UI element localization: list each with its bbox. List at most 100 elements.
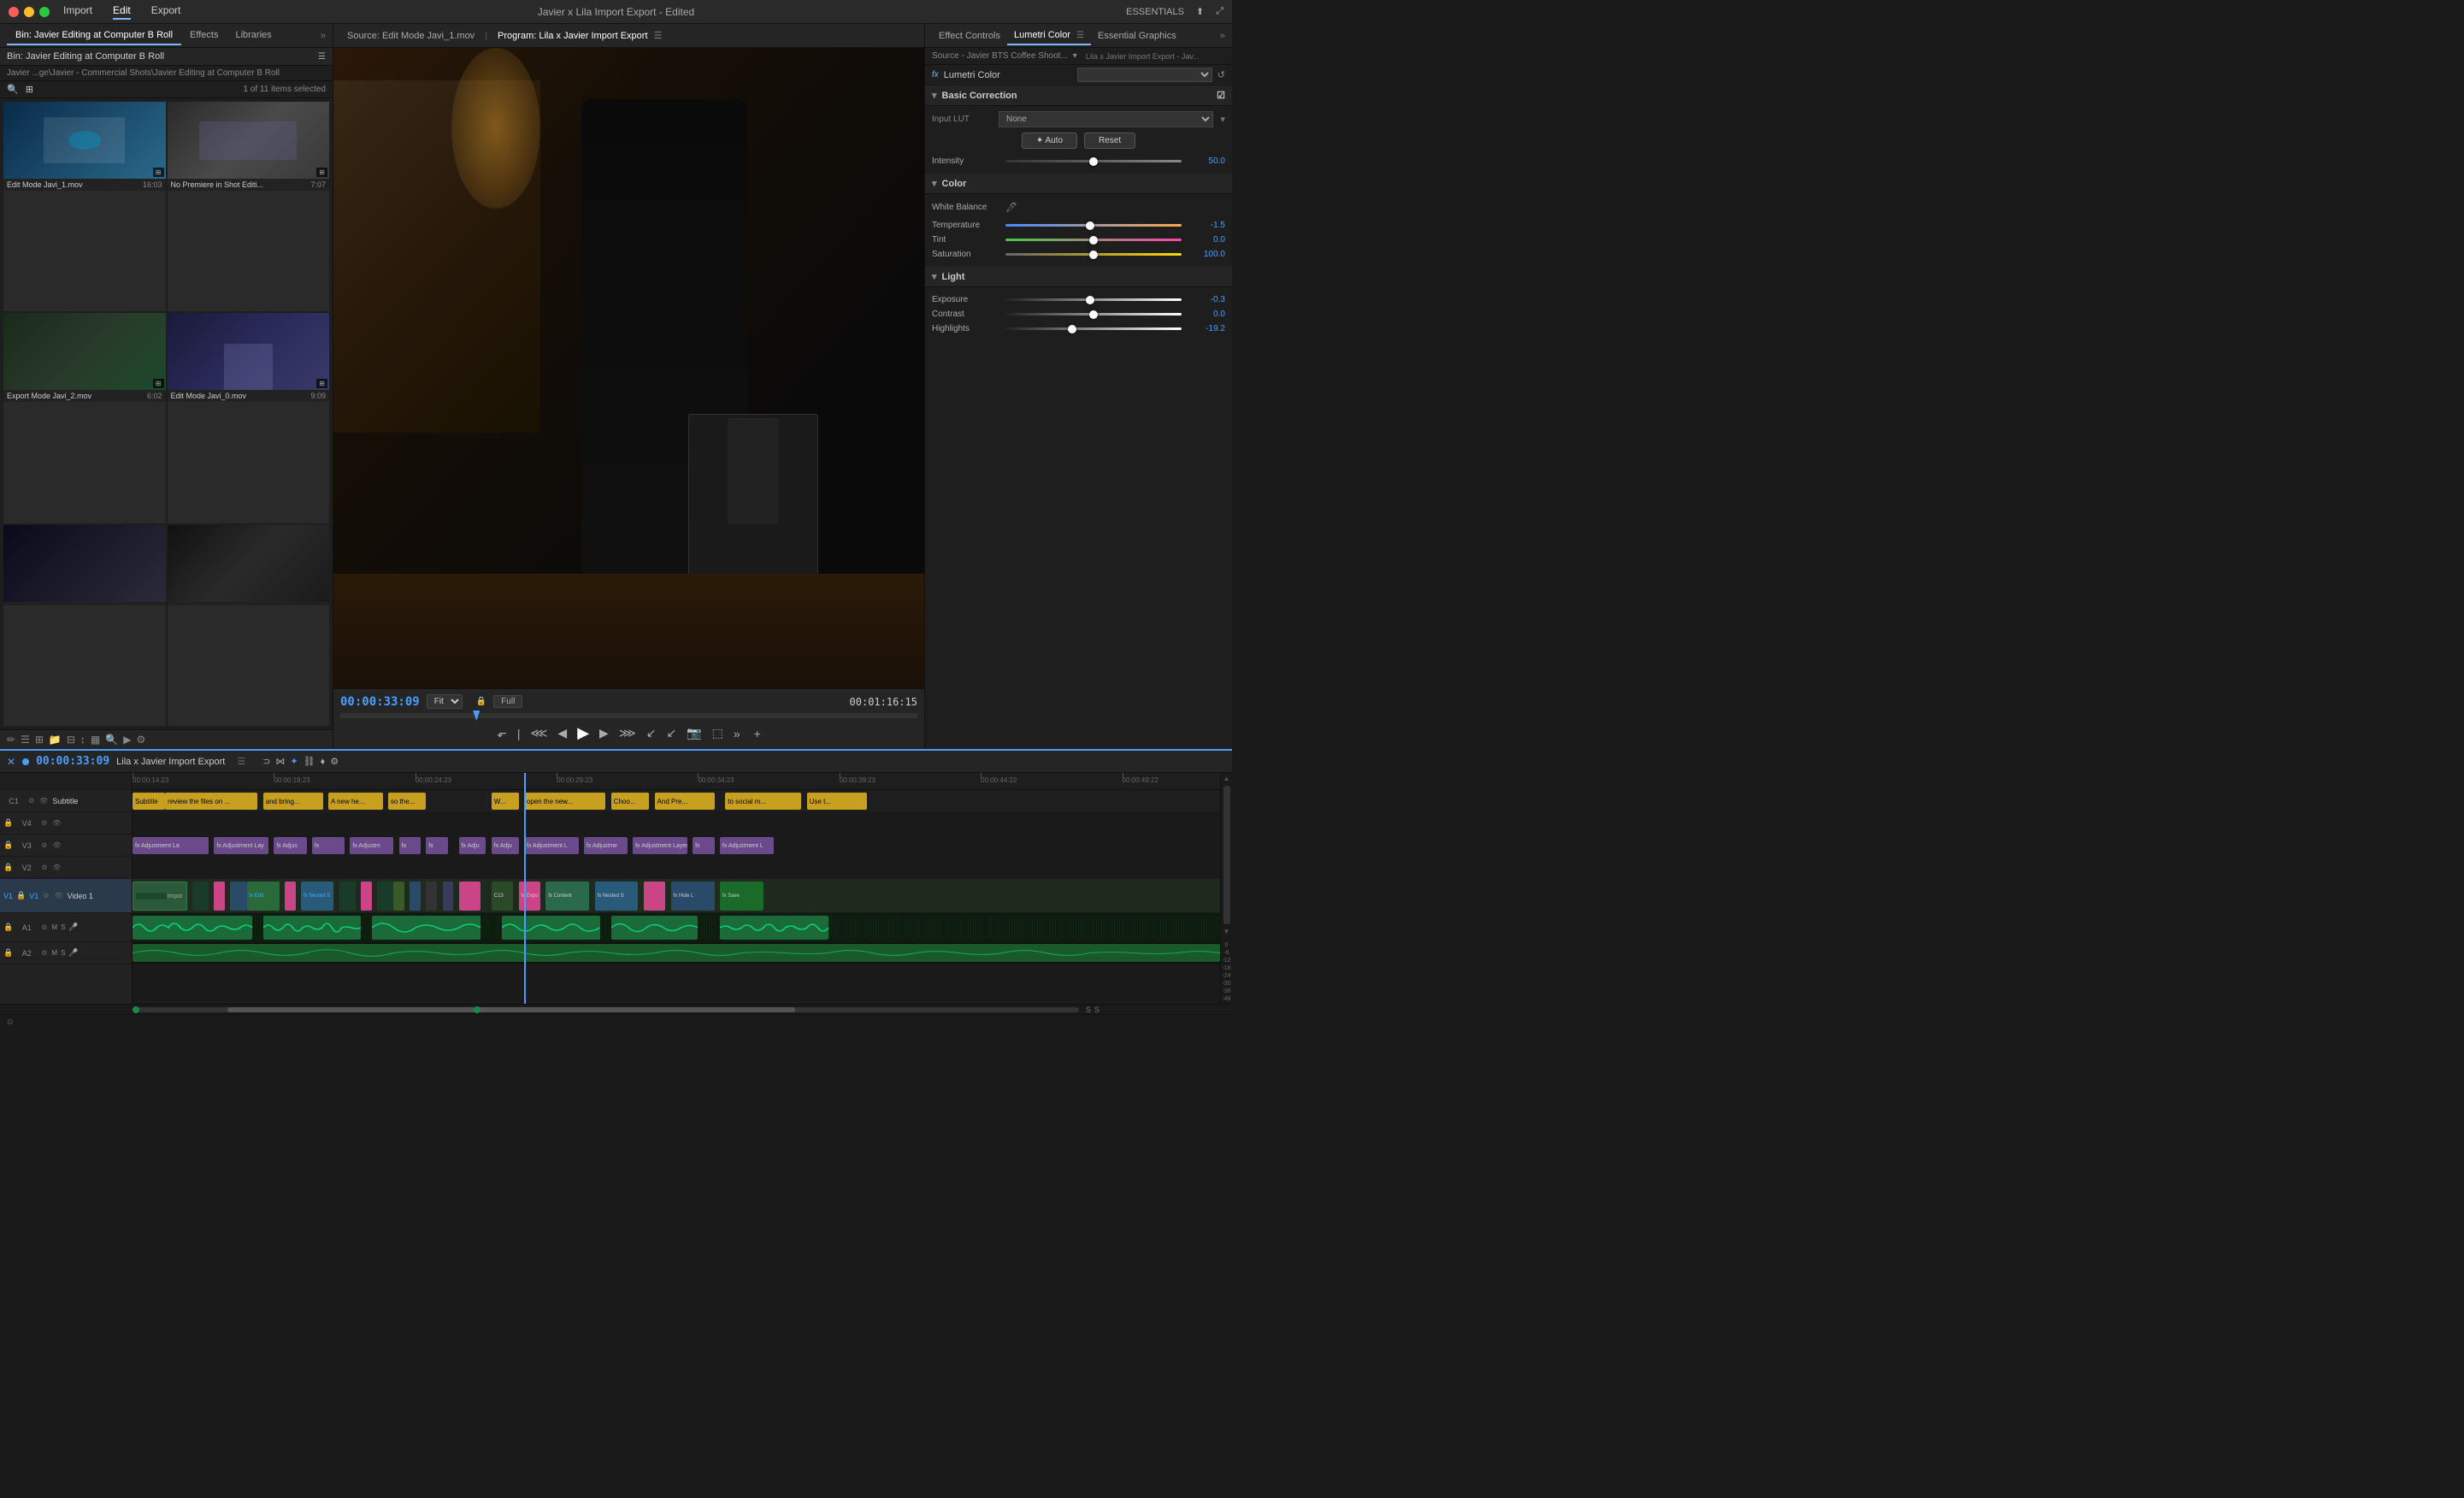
out-point-button[interactable]: | bbox=[517, 727, 521, 740]
v1-clip-21[interactable]: fx Save bbox=[720, 882, 763, 911]
subtitle-clip-2[interactable]: and bring... bbox=[263, 793, 323, 810]
play-button[interactable]: ▶ bbox=[577, 724, 589, 742]
grid-view-icon[interactable]: ⊞ bbox=[35, 734, 44, 746]
temperature-slider[interactable] bbox=[1005, 224, 1182, 227]
media-item-5[interactable] bbox=[3, 525, 166, 726]
ripple-icon[interactable]: ⊃ bbox=[262, 756, 270, 767]
v1-clip-3[interactable] bbox=[230, 882, 246, 911]
close-button[interactable] bbox=[9, 7, 19, 17]
linked-selection-icon[interactable]: ⛓ bbox=[304, 756, 315, 767]
v1-clip-6[interactable]: fx Nested S bbox=[301, 882, 333, 911]
search2-icon[interactable]: 🔍 bbox=[105, 734, 118, 746]
h-scrollbar-thumb[interactable] bbox=[227, 1007, 795, 1012]
right-panel-menu[interactable]: » bbox=[1220, 31, 1225, 41]
timeline-tool-icon[interactable]: ⚙ bbox=[330, 756, 339, 767]
in-point-button[interactable]: ⬐ bbox=[497, 726, 507, 740]
subtitle-clip-5[interactable]: W... bbox=[492, 793, 519, 810]
v2-eye-icon[interactable]: 👁 bbox=[51, 863, 62, 872]
program-timecode[interactable]: 00:00:33:09 bbox=[340, 695, 420, 709]
v1-clip-19[interactable] bbox=[644, 882, 665, 911]
essential-graphics-tab[interactable]: Essential Graphics bbox=[1091, 27, 1183, 44]
subtitle-clip-1[interactable]: review the files on ... bbox=[165, 793, 257, 810]
subtitle-clip-0[interactable]: Subtitle bbox=[133, 793, 165, 810]
v1-clip-4[interactable]: fx Edit bbox=[247, 882, 280, 911]
essentials-label[interactable]: ESSENTIALS bbox=[1126, 7, 1184, 17]
highlights-slider[interactable] bbox=[1005, 327, 1182, 330]
timeline-footer-s2[interactable]: S bbox=[1094, 1006, 1099, 1014]
v3-clip-5[interactable]: fx bbox=[399, 837, 421, 854]
v1-clip-10[interactable] bbox=[393, 882, 404, 911]
v2-lock-icon[interactable]: 🔒 bbox=[3, 863, 13, 872]
fit-select[interactable]: Fit bbox=[427, 694, 463, 709]
export-menu-item[interactable]: Export bbox=[151, 4, 181, 20]
lut-select[interactable]: None bbox=[999, 111, 1213, 127]
add-marker-icon[interactable]: ♦ bbox=[321, 757, 326, 767]
a2-s-label[interactable]: S bbox=[61, 949, 65, 957]
timeline-menu-icon[interactable]: ☰ bbox=[237, 756, 245, 767]
share-icon[interactable]: ⬆ bbox=[1196, 6, 1204, 17]
tint-handle[interactable] bbox=[1089, 236, 1098, 245]
intensity-handle[interactable] bbox=[1089, 157, 1098, 166]
v4-lock-icon[interactable]: 🔒 bbox=[3, 818, 13, 828]
v1-clip-16[interactable]: fx Expo bbox=[519, 882, 540, 911]
step-back-button[interactable]: ◀ bbox=[557, 726, 567, 740]
scroll-start-marker[interactable] bbox=[133, 1006, 139, 1013]
filmstrip-icon[interactable]: ▦ bbox=[91, 734, 100, 746]
v3-clip-7[interactable]: fx Adju bbox=[459, 837, 486, 854]
v4-eye-icon[interactable]: 👁 bbox=[51, 818, 62, 828]
step-forward-button[interactable]: ▶ bbox=[599, 726, 609, 740]
v3-clip-13[interactable]: fx Adjustment L bbox=[720, 837, 775, 854]
v3-clip-6[interactable]: fx bbox=[426, 837, 447, 854]
snap-icon[interactable]: ⋈ bbox=[275, 756, 285, 767]
v1-clip-17[interactable]: fx Content bbox=[545, 882, 589, 911]
reset-button[interactable]: Reset bbox=[1084, 133, 1135, 149]
a2-m-label[interactable]: M bbox=[51, 949, 57, 957]
v1-clip-13[interactable] bbox=[443, 882, 454, 911]
bin-menu-icon[interactable]: ☰ bbox=[318, 52, 326, 62]
effect-select[interactable] bbox=[1077, 68, 1212, 82]
a1-settings-icon[interactable]: ⚙ bbox=[40, 923, 48, 932]
v3-clip-4[interactable]: fx Adjustm bbox=[350, 837, 393, 854]
v3-eye-icon[interactable]: 👁 bbox=[51, 840, 62, 850]
v3-settings-icon[interactable]: ⚙ bbox=[40, 840, 48, 850]
source-monitor-tab[interactable]: Source: Edit Mode Javi_1.mov bbox=[340, 27, 481, 44]
subtitle-clip-7[interactable]: Choo... bbox=[611, 793, 650, 810]
a1-m-label[interactable]: M bbox=[51, 923, 57, 931]
export-frame-button[interactable]: ⬚ bbox=[712, 726, 723, 740]
subtitle-clip-10[interactable]: Use t... bbox=[807, 793, 867, 810]
a2-mic-icon[interactable]: 🎤 bbox=[68, 948, 78, 958]
thumbnail-view-icon[interactable]: ⊞ bbox=[26, 84, 33, 95]
contrast-slider[interactable] bbox=[1005, 313, 1182, 316]
subtitle-clip-8[interactable]: And Pre... bbox=[655, 793, 715, 810]
more-controls[interactable]: » bbox=[734, 727, 740, 740]
v3-lock-icon[interactable]: 🔒 bbox=[3, 840, 13, 850]
v1-clip-9[interactable] bbox=[377, 882, 393, 911]
reset-icon[interactable]: ↺ bbox=[1217, 69, 1225, 80]
subtitle-clip-3[interactable]: A new he... bbox=[328, 793, 383, 810]
media-item-3[interactable]: ⊞ Export Mode Javi_2.mov 6:02 bbox=[3, 313, 166, 522]
h-scrollbar-track[interactable] bbox=[133, 1007, 1079, 1012]
subtitle-clip-4[interactable]: so the... bbox=[388, 793, 427, 810]
vertical-scrollbar[interactable]: ▲ ▼ 0 -6 -12 -18 -24 -30 -36 -48 bbox=[1220, 773, 1232, 1004]
exposure-slider[interactable] bbox=[1005, 298, 1182, 301]
saturation-handle[interactable] bbox=[1089, 251, 1098, 259]
a1-lock-icon[interactable]: 🔒 bbox=[3, 923, 13, 932]
v1-lock-icon[interactable]: 🔒 bbox=[16, 891, 26, 900]
window-controls[interactable] bbox=[9, 7, 50, 17]
a1-audio-clip-3[interactable] bbox=[502, 916, 599, 940]
v1-eye-icon[interactable]: 👁 bbox=[53, 891, 63, 900]
import-menu-item[interactable]: Import bbox=[63, 4, 92, 20]
a1-audio-clip-0[interactable] bbox=[133, 916, 252, 940]
settings-icon[interactable]: ⚙ bbox=[136, 734, 145, 746]
scroll-down-icon[interactable]: ▼ bbox=[1223, 928, 1230, 935]
go-to-out-button[interactable]: ⋙ bbox=[619, 726, 636, 740]
pencil-icon[interactable]: ✏ bbox=[7, 734, 15, 746]
a1-audio-clip-5[interactable] bbox=[720, 916, 828, 940]
timeline-footer-s[interactable]: S bbox=[1086, 1006, 1091, 1014]
tint-slider[interactable] bbox=[1005, 239, 1182, 241]
a1-s-label[interactable]: S bbox=[61, 923, 65, 931]
v3-clip-9[interactable]: fx Adjustment L bbox=[524, 837, 579, 854]
highlights-handle[interactable] bbox=[1068, 325, 1076, 333]
v3-clip-3[interactable]: fx bbox=[312, 837, 345, 854]
go-to-in-button[interactable]: ⋘ bbox=[530, 726, 547, 740]
